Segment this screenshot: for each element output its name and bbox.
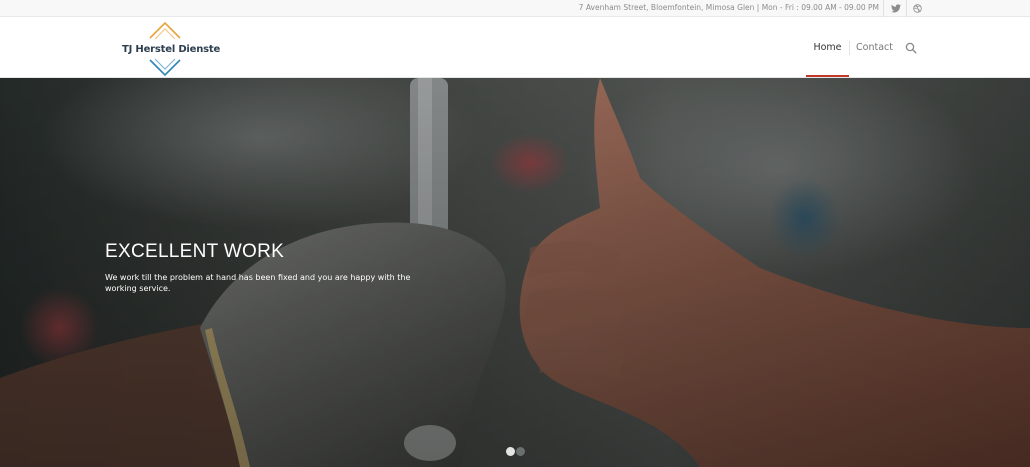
- hero-slider: EXCELLENT WORK We work till the problem …: [0, 78, 1030, 467]
- topbar-divider: [883, 0, 884, 17]
- twitter-icon[interactable]: [889, 1, 903, 15]
- contact-info: 7 Avenham Street, Bloemfontein, Mimosa G…: [578, 3, 879, 12]
- top-info-bar: 7 Avenham Street, Bloemfontein, Mimosa G…: [0, 0, 1030, 17]
- nav-home[interactable]: Home: [806, 17, 849, 78]
- dribbble-icon[interactable]: [910, 1, 924, 15]
- site-logo[interactable]: TJ Herstel Dienste: [118, 20, 221, 77]
- logo-chevron-down: [149, 59, 181, 77]
- slider-dot[interactable]: [516, 447, 525, 456]
- slider-dot-active[interactable]: [506, 447, 515, 456]
- slider-pagination: [506, 447, 525, 456]
- logo-chevron-up: [149, 21, 181, 39]
- hero-title: EXCELLENT WORK: [105, 241, 285, 262]
- hero-description: We work till the problem at hand has bee…: [105, 273, 411, 293]
- nav-divider: [849, 41, 850, 55]
- topbar-divider: [906, 0, 907, 17]
- active-nav-indicator: [806, 75, 849, 77]
- logo-text: TJ Herstel Dienste: [122, 44, 221, 55]
- search-icon[interactable]: [905, 41, 919, 55]
- site-header: TJ Herstel Dienste Home Contact: [0, 17, 1030, 78]
- nav-contact[interactable]: Contact: [853, 17, 896, 78]
